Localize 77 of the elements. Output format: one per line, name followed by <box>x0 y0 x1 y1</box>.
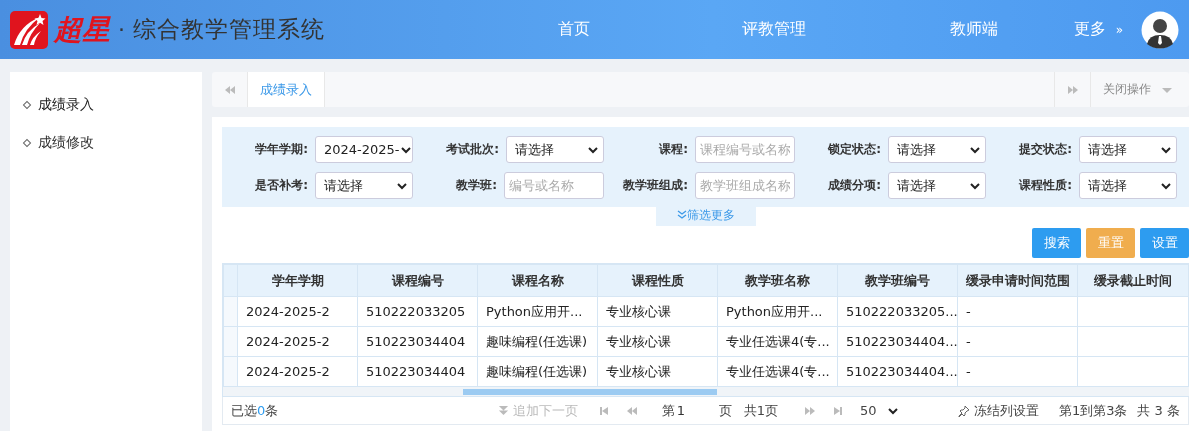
table-cell: 2024-2025-2 <box>237 326 358 357</box>
logo-text: 超星 <box>54 11 110 48</box>
table-cell: - <box>957 326 1078 357</box>
table-cell: 2024-2025-2 <box>237 296 358 327</box>
table-cell: 专业核心课 <box>597 296 718 327</box>
double-down-icon <box>497 405 509 416</box>
selected-count: 已选0条 <box>231 401 279 420</box>
scroll-left-icon[interactable] <box>223 83 236 96</box>
sidebar-item[interactable]: 成绩修改 <box>10 124 202 162</box>
filter-label: 学年学期: <box>255 141 308 158</box>
table-cell: 趣味编程(任选课) <box>477 326 598 357</box>
filter-label: 考试批次: <box>446 141 499 158</box>
table-cell: Python应用开... <box>717 296 838 327</box>
input-field[interactable]: 课程编号或名称 <box>695 136 795 163</box>
filter-label: 锁定状态: <box>828 141 881 158</box>
select-field[interactable]: 请选择 <box>1079 172 1177 199</box>
avatar-icon[interactable] <box>1141 10 1179 49</box>
next-page-icon[interactable] <box>803 404 816 417</box>
filter-label: 课程性质: <box>1019 177 1072 194</box>
column-header[interactable]: 课程编号 <box>357 264 478 297</box>
table-cell: 专业核心课 <box>597 326 718 357</box>
total-pages: 共1页 <box>743 401 778 420</box>
input-field[interactable]: 编号或名称 <box>504 172 604 199</box>
table-cell: 趣味编程(任选课) <box>477 356 598 387</box>
pin-icon <box>957 404 970 417</box>
page-input[interactable]: 1 <box>674 402 719 419</box>
select-field[interactable]: 请选择 <box>888 136 986 163</box>
filter-label: 教学班: <box>456 177 497 194</box>
column-header[interactable]: 课程名称 <box>477 264 598 297</box>
column-header[interactable]: 教学班编号 <box>837 264 958 297</box>
table-cell: - <box>957 296 1078 327</box>
previous-page-icon[interactable] <box>625 404 638 417</box>
column-header[interactable]: 缓录截止时间 <box>1077 264 1189 297</box>
filter-label: 提交状态: <box>1019 141 1072 158</box>
table-cell: 510222033205 <box>357 296 478 327</box>
sidebar-item[interactable]: 成绩录入 <box>10 86 202 124</box>
scroll-right-icon[interactable] <box>1066 83 1079 96</box>
last-page-icon[interactable] <box>831 404 844 417</box>
input-field[interactable]: 教学班组成名称 <box>695 172 795 199</box>
table-cell: 510223034404 <box>357 326 478 357</box>
page-unit: 页 <box>718 401 732 420</box>
table-cell: 专业核心课 <box>597 356 718 387</box>
logo-icon <box>10 10 48 49</box>
record-range: 第1到第3条 <box>1058 401 1128 420</box>
table-cell: 510222033205... <box>837 296 958 327</box>
first-page-icon[interactable] <box>597 404 610 417</box>
table-cell: - <box>957 356 1078 387</box>
select-field[interactable]: 请选择 <box>1079 136 1177 163</box>
record-total: 共 3 条 <box>1137 401 1181 420</box>
table-cell: Python应用开... <box>477 296 598 327</box>
double-chevron-icon <box>676 210 687 219</box>
table-cell: 510223034404... <box>837 326 958 357</box>
table-cell: 专业任选课4(专... <box>717 356 838 387</box>
horizontal-scrollbar[interactable] <box>223 387 1189 396</box>
filter-label: 是否补考: <box>255 177 308 194</box>
filter-label: 教学班组成: <box>623 177 688 194</box>
select-field[interactable]: 2024-2025- <box>315 136 413 163</box>
filter-label: 课程: <box>659 141 688 158</box>
close-menu[interactable]: 关闭操作 <box>1090 72 1189 107</box>
page-label: 第 <box>661 401 675 420</box>
column-header[interactable]: 课程性质 <box>597 264 718 297</box>
table-cell: 510223034404... <box>837 356 958 387</box>
select-field[interactable]: 请选择 <box>315 172 413 199</box>
filter-label: 成绩分项: <box>828 177 881 194</box>
column-header[interactable]: 缓录申请时间范围 <box>957 264 1078 297</box>
table-cell: 专业任选课4(专... <box>717 326 838 357</box>
column-header[interactable]: 学年学期 <box>237 264 358 297</box>
freeze-columns-button[interactable]: 冻结列设置 <box>957 401 1039 420</box>
column-header[interactable]: 教学班名称 <box>717 264 838 297</box>
chevron-down-icon <box>888 406 899 415</box>
select-field[interactable]: 请选择 <box>506 136 604 163</box>
title-separator: · <box>118 17 125 42</box>
table-cell: 2024-2025-2 <box>237 356 358 387</box>
table-cell: 510223034404 <box>357 356 478 387</box>
page-size-select[interactable]: 50 <box>859 403 920 418</box>
system-title: 综合教学管理系统 <box>133 15 325 44</box>
select-field[interactable]: 请选择 <box>888 172 986 199</box>
